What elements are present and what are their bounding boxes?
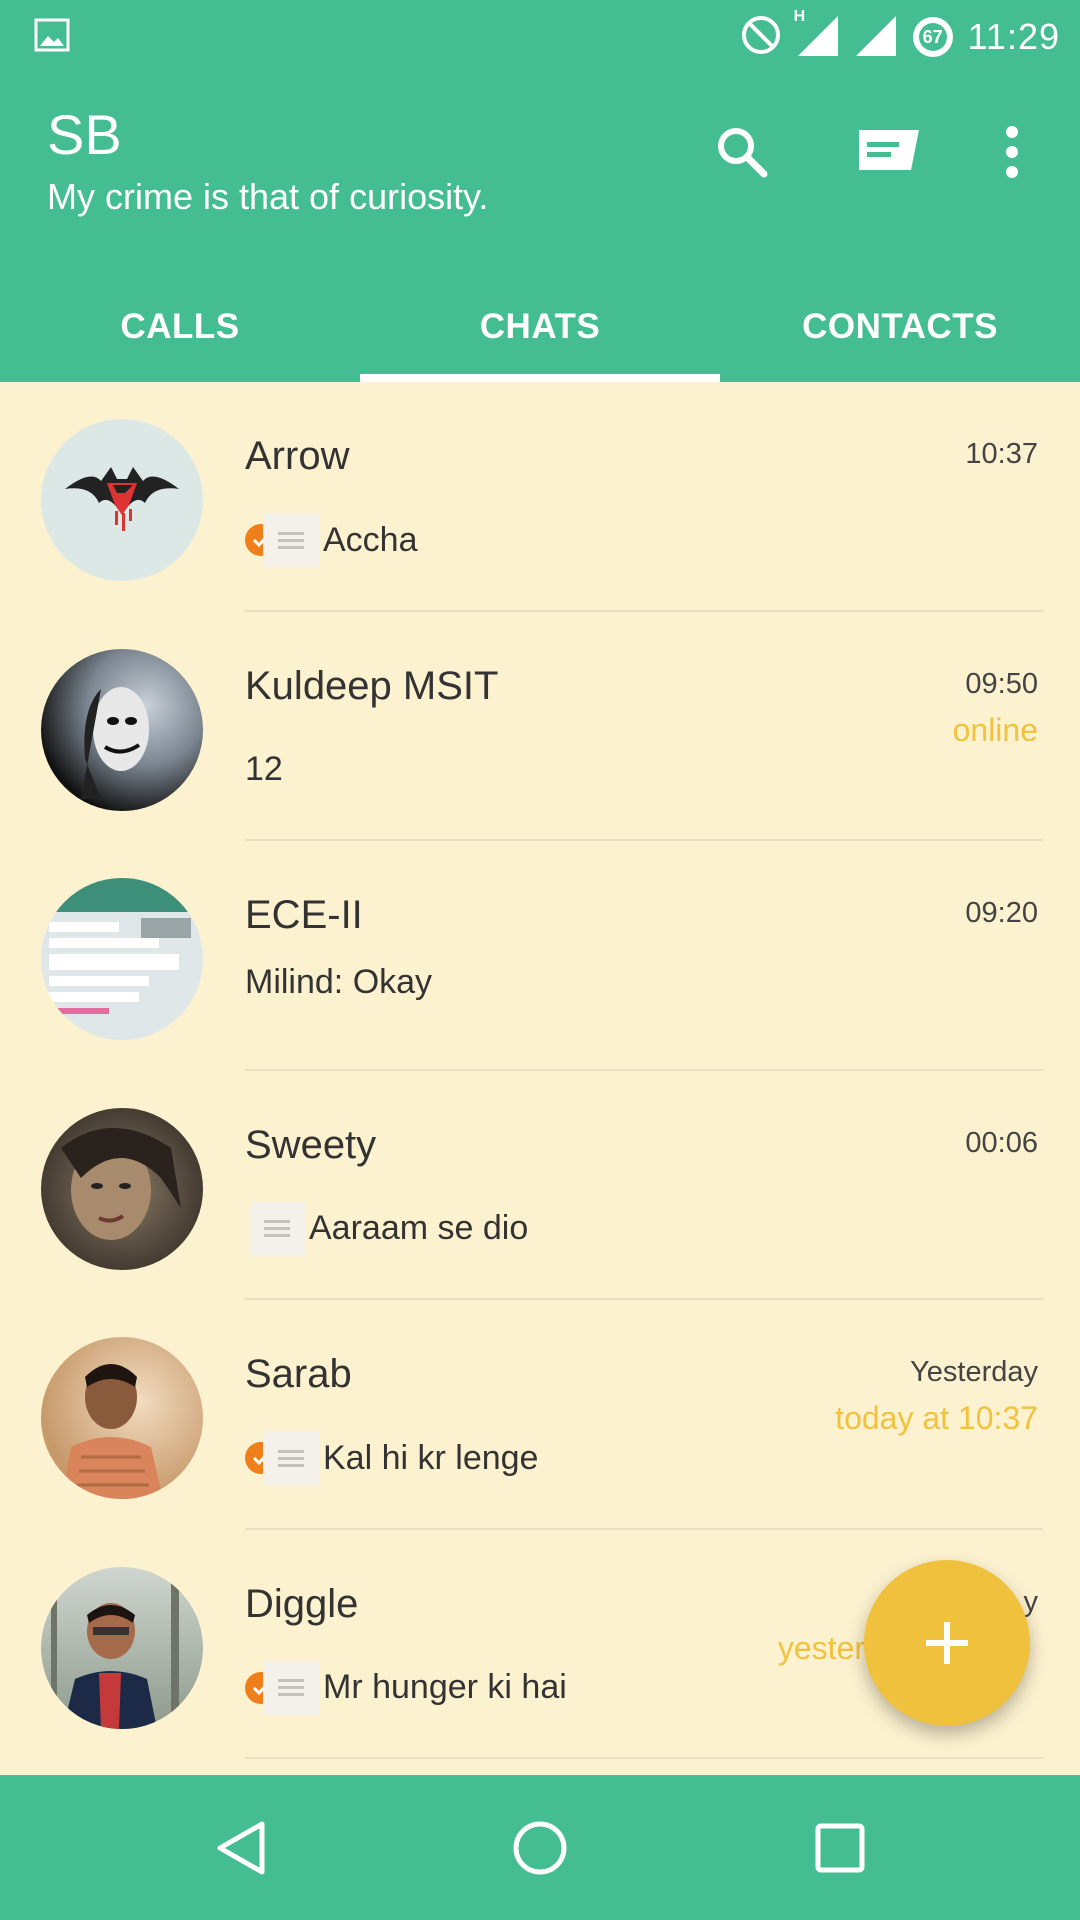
message-preview: Kal hi kr lenge [245,1431,539,1485]
avatar[interactable] [41,1566,203,1729]
recents-button[interactable] [800,1811,880,1885]
do-not-disturb-icon [740,14,782,61]
contact-name: Arrow [245,434,350,478]
contact-name: Sweety [245,1122,377,1167]
home-icon [513,1821,567,1875]
network-type: H [793,7,806,25]
last-message: Aaraam se dio [309,1209,529,1247]
signal-icon-2 [852,12,898,63]
battery-level: 67 [922,26,943,47]
message-preview: Aaraam se dio [245,1201,529,1256]
more-vert-icon [1006,126,1018,178]
navigation-bar [0,1775,1080,1920]
chat-time: 10:37 [965,438,1038,470]
page-title: SB [47,103,122,166]
contact-name: Kuldeep MSIT [245,663,499,708]
last-message: Accha [323,520,418,559]
recents-icon [815,1823,865,1873]
avatar[interactable] [41,1107,203,1270]
chat-time: y [1023,1585,1039,1618]
chat-row-kuldeep-msit[interactable]: Kuldeep MSIT 09:50 online 12 [0,612,1080,841]
tab-bar: CALLS CHATS CONTACTS [0,272,1080,382]
chat-time: 09:20 [965,897,1038,929]
avatar[interactable] [41,878,203,1040]
search-button[interactable] [706,116,778,188]
last-message: Kal hi kr lenge [323,1438,539,1477]
message-preview: 12 [245,744,283,796]
chat-row-arrow[interactable]: Arrow 10:37 Accha [0,382,1080,612]
chat-time: Yesterday [910,1356,1038,1388]
contact-name: ECE-II [245,893,363,937]
tab-calls[interactable]: CALLS [0,272,360,382]
profile-status: My crime is that of curiosity. [47,176,489,217]
last-seen: today at 10:37 [835,1400,1038,1436]
new-message-button[interactable] [852,116,924,188]
app-bar: SB My crime is that of curiosity. CALLS … [0,72,1080,382]
search-icon [718,128,768,178]
chat-row-sweety[interactable]: Sweety 00:06 Aaraam se dio [0,1071,1080,1300]
message-preview: Accha [245,513,418,567]
tab-contacts[interactable]: CONTACTS [720,272,1080,382]
message-preview: Mr hunger ki hai [245,1660,567,1715]
message-icon [263,1660,319,1715]
chat-time: 09:50 [965,667,1038,700]
status-time: 11:29 [967,16,1060,57]
contact-name: Sarab [245,1352,352,1396]
last-message: Milind: Okay [245,963,433,1001]
gallery-icon [34,18,70,57]
last-message: 12 [245,750,283,788]
chat-row-sarab[interactable]: Sarab Yesterday today at 10:37 Kal hi kr… [0,1300,1080,1530]
divider [245,1757,1043,1759]
message-icon [263,513,319,567]
home-button[interactable] [500,1811,580,1885]
plus-icon [926,1622,968,1664]
last-message: Mr hunger ki hai [323,1668,567,1706]
online-status: online [952,711,1038,748]
tab-chats[interactable]: CHATS [360,272,720,382]
status-bar: H 67 11:29 [0,0,1080,72]
signal-icon: H [794,8,840,63]
avatar[interactable] [41,1337,203,1499]
more-options-button[interactable] [976,116,1048,188]
new-chat-fab[interactable] [864,1560,1030,1726]
chat-row-ece-ii[interactable]: ECE-II 09:20 Milind: Okay [0,841,1080,1071]
avatar[interactable] [41,648,203,811]
new-message-icon [859,130,919,170]
back-button[interactable] [200,1811,280,1885]
chat-time: 00:06 [965,1126,1038,1159]
last-seen: yester [777,1629,865,1666]
back-icon [217,1821,265,1875]
battery-icon: 67 [910,14,956,60]
message-icon [249,1201,305,1256]
contact-name: Diggle [245,1581,359,1626]
avatar[interactable] [41,419,203,581]
message-icon [263,1431,319,1485]
